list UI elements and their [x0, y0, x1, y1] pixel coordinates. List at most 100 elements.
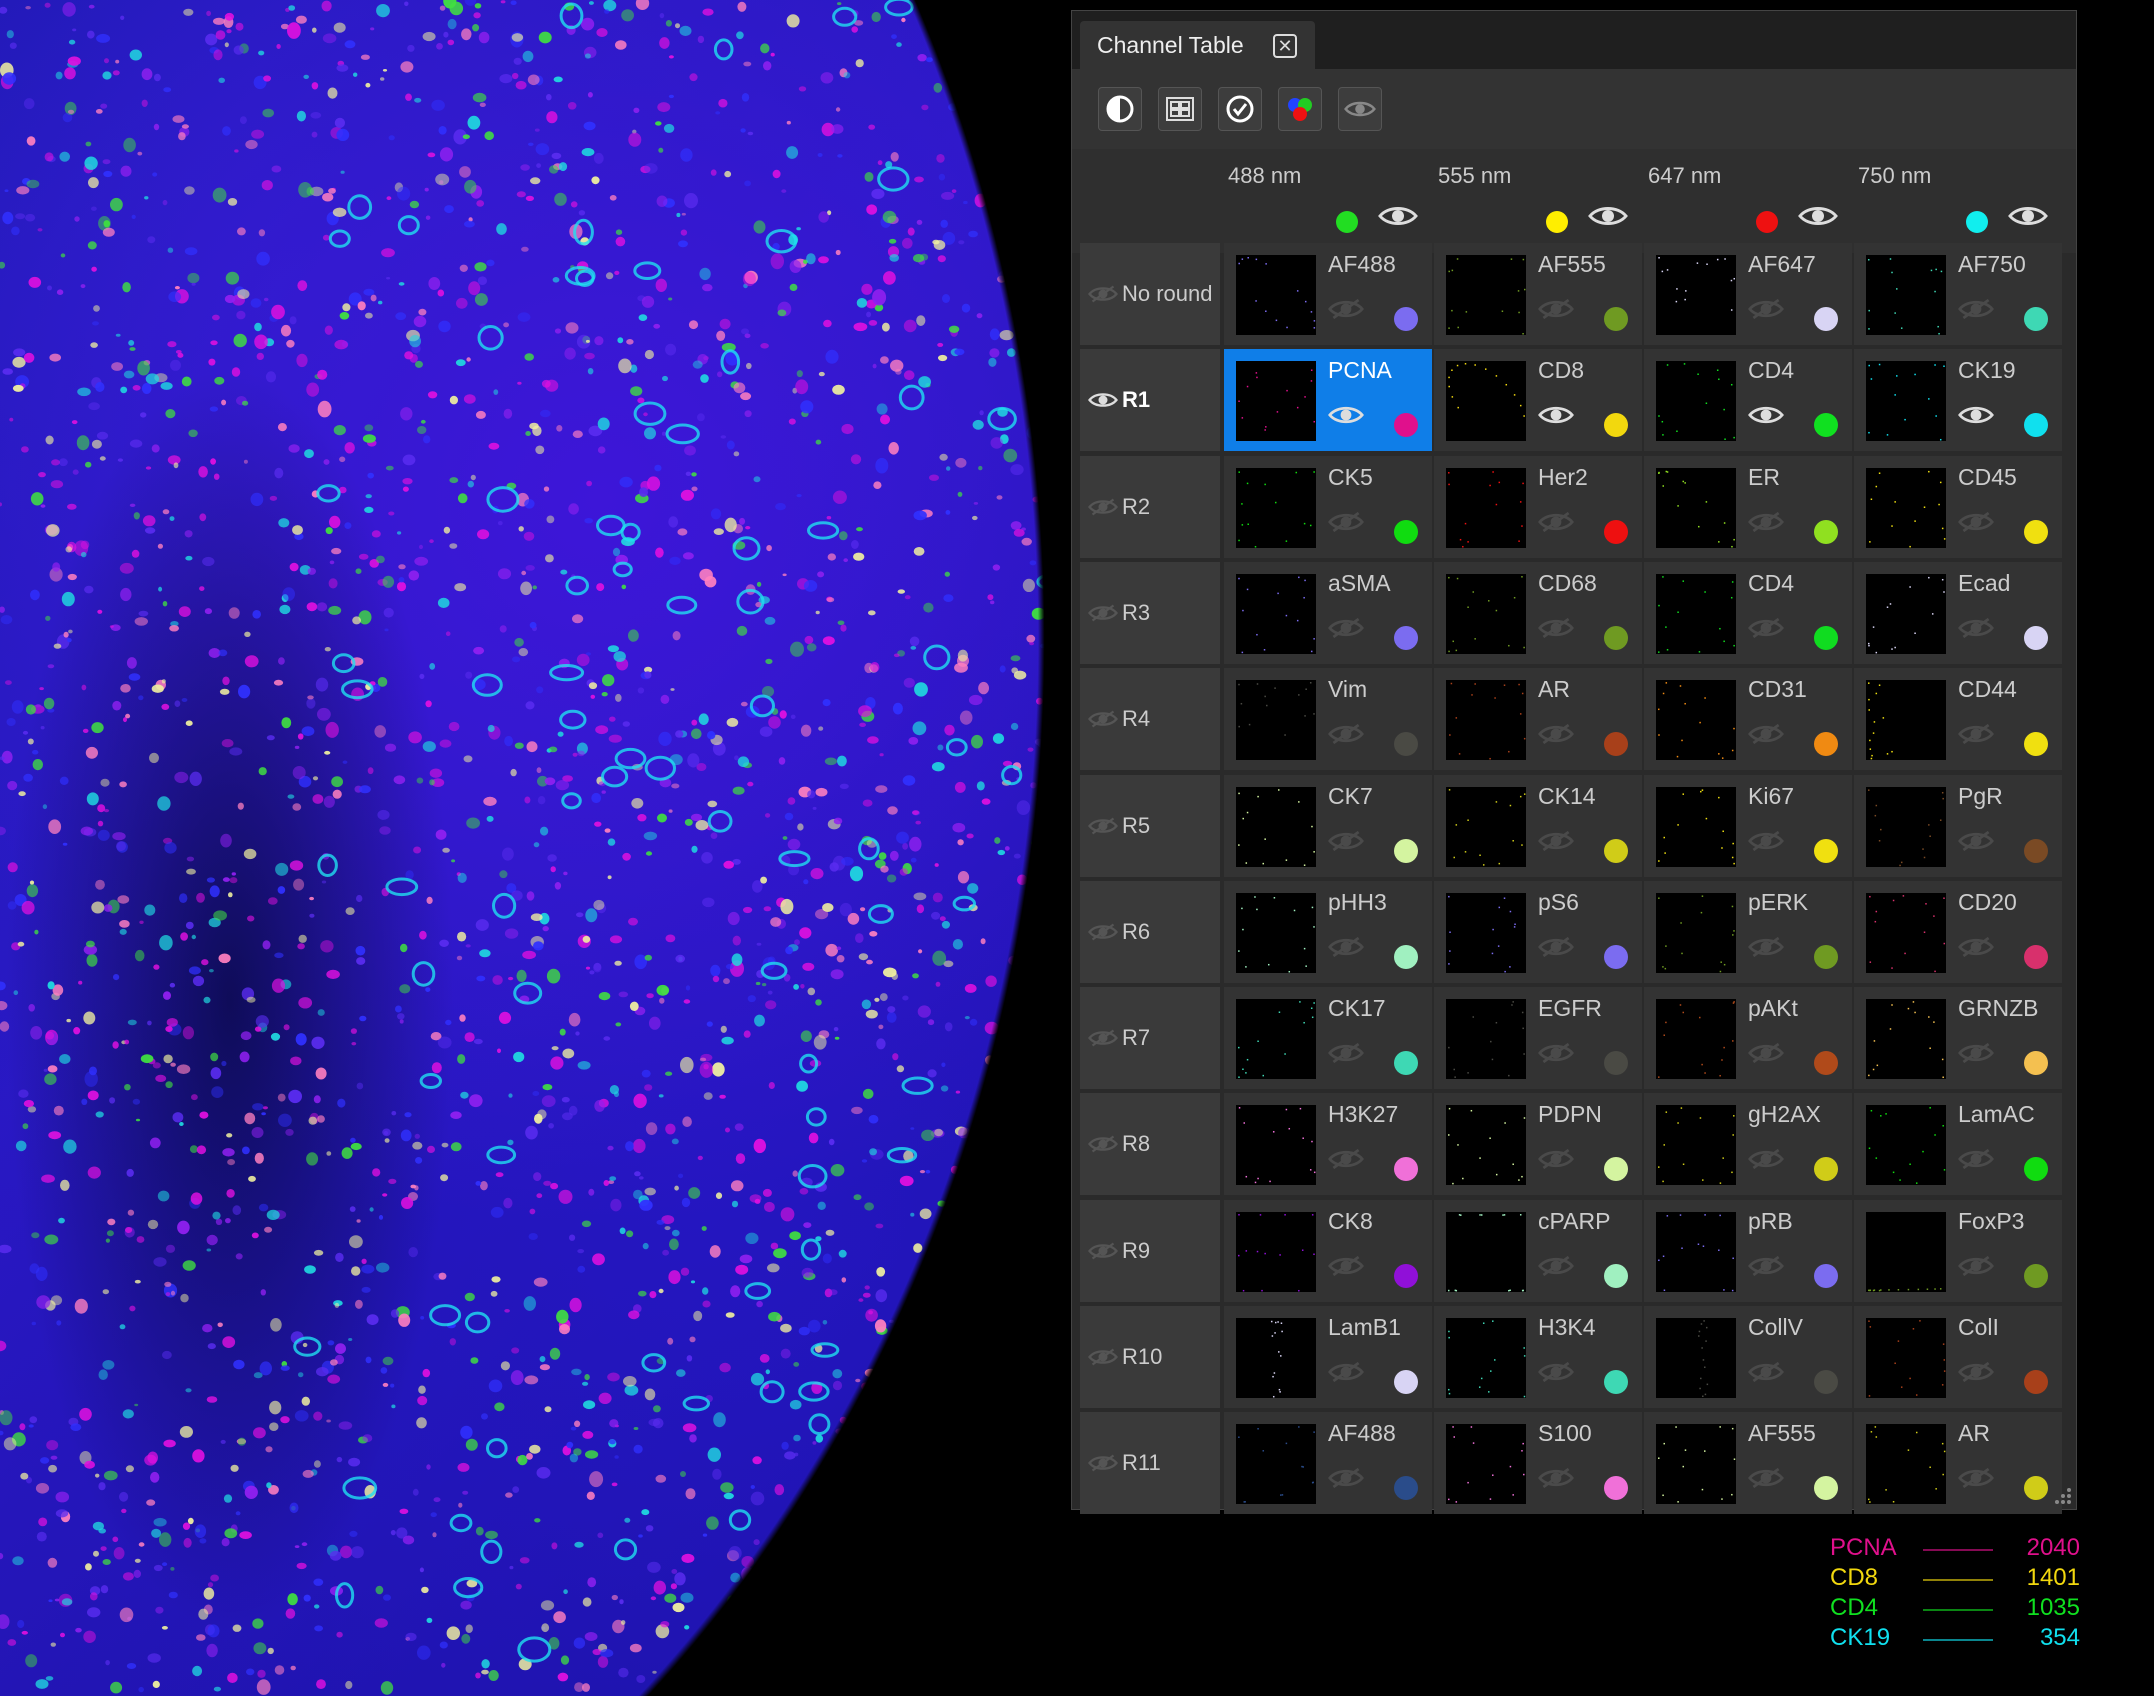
channel-cell[interactable]: cPARP — [1434, 1199, 1642, 1302]
channel-visibility-eye-icon[interactable] — [1748, 1466, 1784, 1495]
channel-cell[interactable]: CD8 — [1434, 349, 1642, 452]
channel-visibility-eye-icon[interactable] — [1748, 935, 1784, 964]
channel-visibility-eye-icon[interactable] — [1328, 403, 1364, 432]
channel-visibility-eye-icon[interactable] — [1748, 829, 1784, 858]
grid-layout-button[interactable] — [1158, 87, 1202, 131]
channel-visibility-eye-icon[interactable] — [1328, 1254, 1364, 1283]
channel-color-swatch[interactable] — [2024, 1157, 2048, 1182]
channel-color-swatch[interactable] — [1814, 732, 1838, 757]
channel-color-swatch[interactable] — [1814, 519, 1838, 544]
round-row-label[interactable]: R9 — [1080, 1199, 1220, 1302]
round-visibility-eye-icon[interactable] — [1088, 390, 1118, 410]
channel-color-swatch[interactable] — [2024, 1263, 2048, 1288]
contrast-button[interactable] — [1098, 87, 1142, 131]
round-row-label[interactable]: R5 — [1080, 774, 1220, 877]
channel-visibility-eye-icon[interactable] — [1538, 722, 1574, 751]
check-circle-button[interactable] — [1218, 87, 1262, 131]
channel-color-swatch[interactable] — [1604, 1051, 1628, 1076]
channel-color-swatch[interactable] — [2024, 1051, 2048, 1076]
round-row-label[interactable]: R2 — [1080, 455, 1220, 558]
channel-color-swatch[interactable] — [2024, 413, 2048, 438]
channel-visibility-eye-icon[interactable] — [1538, 1254, 1574, 1283]
channel-cell[interactable]: AR — [1434, 668, 1642, 771]
channel-cell[interactable]: EGFR — [1434, 987, 1642, 1090]
channel-color-swatch[interactable] — [1604, 1476, 1628, 1501]
channel-visibility-eye-icon[interactable] — [1958, 935, 1994, 964]
channel-cell[interactable]: CK14 — [1434, 774, 1642, 877]
channel-visibility-eye-icon[interactable] — [1328, 1360, 1364, 1389]
channel-visibility-eye-icon[interactable] — [1748, 722, 1784, 751]
channel-color-swatch[interactable] — [1604, 838, 1628, 863]
channel-cell[interactable]: CK8 — [1224, 1199, 1432, 1302]
channel-visibility-eye-icon[interactable] — [1538, 1147, 1574, 1176]
round-visibility-eye-icon[interactable] — [1088, 1453, 1118, 1473]
channel-color-swatch[interactable] — [1394, 838, 1418, 863]
channel-visibility-eye-icon[interactable] — [1538, 1360, 1574, 1389]
channel-cell[interactable]: PDPN — [1434, 1093, 1642, 1196]
channel-color-swatch[interactable] — [1394, 1263, 1418, 1288]
channel-cell[interactable]: CD20 — [1854, 880, 2062, 983]
channel-cell[interactable]: CollV — [1644, 1306, 1852, 1408]
channel-color-swatch[interactable] — [1604, 1370, 1628, 1394]
tab-channel-table[interactable]: Channel Table ✕ — [1080, 21, 1315, 69]
channel-cell[interactable]: CD45 — [1854, 455, 2062, 558]
channel-visibility-eye-icon[interactable] — [1328, 829, 1364, 858]
channel-cell[interactable]: AR — [1854, 1412, 2062, 1515]
color-mix-button[interactable] — [1278, 87, 1322, 131]
wavelength-color-swatch[interactable] — [1756, 211, 1778, 233]
round-visibility-eye-icon[interactable] — [1088, 922, 1118, 942]
channel-cell[interactable]: CK19 — [1854, 349, 2062, 452]
channel-cell[interactable]: CK5 — [1224, 455, 1432, 558]
channel-cell[interactable]: AF647 — [1644, 243, 1852, 345]
channel-cell[interactable]: CK17 — [1224, 987, 1432, 1090]
channel-color-swatch[interactable] — [2024, 732, 2048, 757]
channel-visibility-eye-icon[interactable] — [1538, 935, 1574, 964]
round-visibility-eye-icon[interactable] — [1088, 603, 1118, 623]
channel-cell[interactable]: FoxP3 — [1854, 1199, 2062, 1302]
channel-visibility-eye-icon[interactable] — [1748, 403, 1784, 432]
channel-visibility-eye-icon[interactable] — [1958, 1254, 1994, 1283]
channel-visibility-eye-icon[interactable] — [1538, 297, 1574, 326]
wavelength-visibility-eye-icon[interactable] — [1588, 203, 1628, 234]
channel-visibility-eye-icon[interactable] — [1328, 1041, 1364, 1070]
channel-color-swatch[interactable] — [1604, 732, 1628, 757]
channel-visibility-eye-icon[interactable] — [1748, 510, 1784, 539]
channel-cell[interactable]: AF488 — [1224, 243, 1432, 345]
round-visibility-eye-icon[interactable] — [1088, 816, 1118, 836]
channel-visibility-eye-icon[interactable] — [1958, 403, 1994, 432]
channel-color-swatch[interactable] — [1604, 413, 1628, 438]
wavelength-visibility-eye-icon[interactable] — [2008, 203, 2048, 234]
channel-cell[interactable]: H3K4 — [1434, 1306, 1642, 1408]
channel-visibility-eye-icon[interactable] — [1958, 829, 1994, 858]
channel-color-swatch[interactable] — [1814, 944, 1838, 969]
round-visibility-eye-icon[interactable] — [1088, 1134, 1118, 1154]
channel-color-swatch[interactable] — [1394, 944, 1418, 969]
resize-handle-icon[interactable] — [2050, 1483, 2072, 1505]
channel-visibility-eye-icon[interactable] — [1958, 510, 1994, 539]
channel-cell[interactable]: LamAC — [1854, 1093, 2062, 1196]
channel-cell[interactable]: pAKt — [1644, 987, 1852, 1090]
channel-color-swatch[interactable] — [1814, 1157, 1838, 1182]
wavelength-color-swatch[interactable] — [1546, 211, 1568, 233]
channel-color-swatch[interactable] — [1604, 1263, 1628, 1288]
channel-color-swatch[interactable] — [2024, 1370, 2048, 1394]
channel-color-swatch[interactable] — [1394, 413, 1418, 438]
channel-cell[interactable]: H3K27 — [1224, 1093, 1432, 1196]
channel-color-swatch[interactable] — [2024, 1476, 2048, 1501]
channel-visibility-eye-icon[interactable] — [1538, 1466, 1574, 1495]
channel-color-swatch[interactable] — [1394, 732, 1418, 757]
channel-cell[interactable]: CD44 — [1854, 668, 2062, 771]
channel-cell[interactable]: PgR — [1854, 774, 2062, 877]
channel-color-swatch[interactable] — [1394, 519, 1418, 544]
channel-visibility-eye-icon[interactable] — [1538, 403, 1574, 432]
channel-visibility-eye-icon[interactable] — [1958, 1147, 1994, 1176]
channel-cell[interactable]: pHH3 — [1224, 880, 1432, 983]
round-row-label[interactable]: R1 — [1080, 349, 1220, 452]
channel-cell[interactable]: gH2AX — [1644, 1093, 1852, 1196]
channel-visibility-eye-icon[interactable] — [1958, 722, 1994, 751]
channel-color-swatch[interactable] — [1394, 1476, 1418, 1501]
channel-color-swatch[interactable] — [1814, 307, 1838, 331]
channel-visibility-eye-icon[interactable] — [1328, 616, 1364, 645]
channel-color-swatch[interactable] — [1814, 1051, 1838, 1076]
channel-cell[interactable]: AF488 — [1224, 1412, 1432, 1515]
